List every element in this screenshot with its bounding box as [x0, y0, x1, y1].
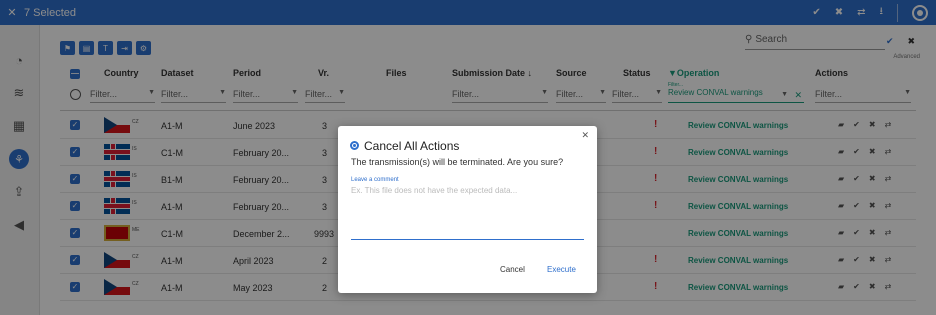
close-icon[interactable]: ✕	[581, 130, 589, 141]
radio-icon	[350, 141, 359, 150]
comment-field[interactable]: Ex. This file does not have the expected…	[351, 186, 584, 240]
cancel-actions-dialog: ✕ Cancel All Actions The transmission(s)…	[338, 126, 597, 293]
dialog-title: Cancel All Actions	[364, 139, 460, 153]
dialog-message: The transmission(s) will be terminated. …	[351, 157, 564, 167]
comment-label: Leave a comment	[351, 177, 399, 183]
cancel-button[interactable]: Cancel	[500, 265, 525, 274]
execute-button[interactable]: Execute	[547, 265, 576, 274]
